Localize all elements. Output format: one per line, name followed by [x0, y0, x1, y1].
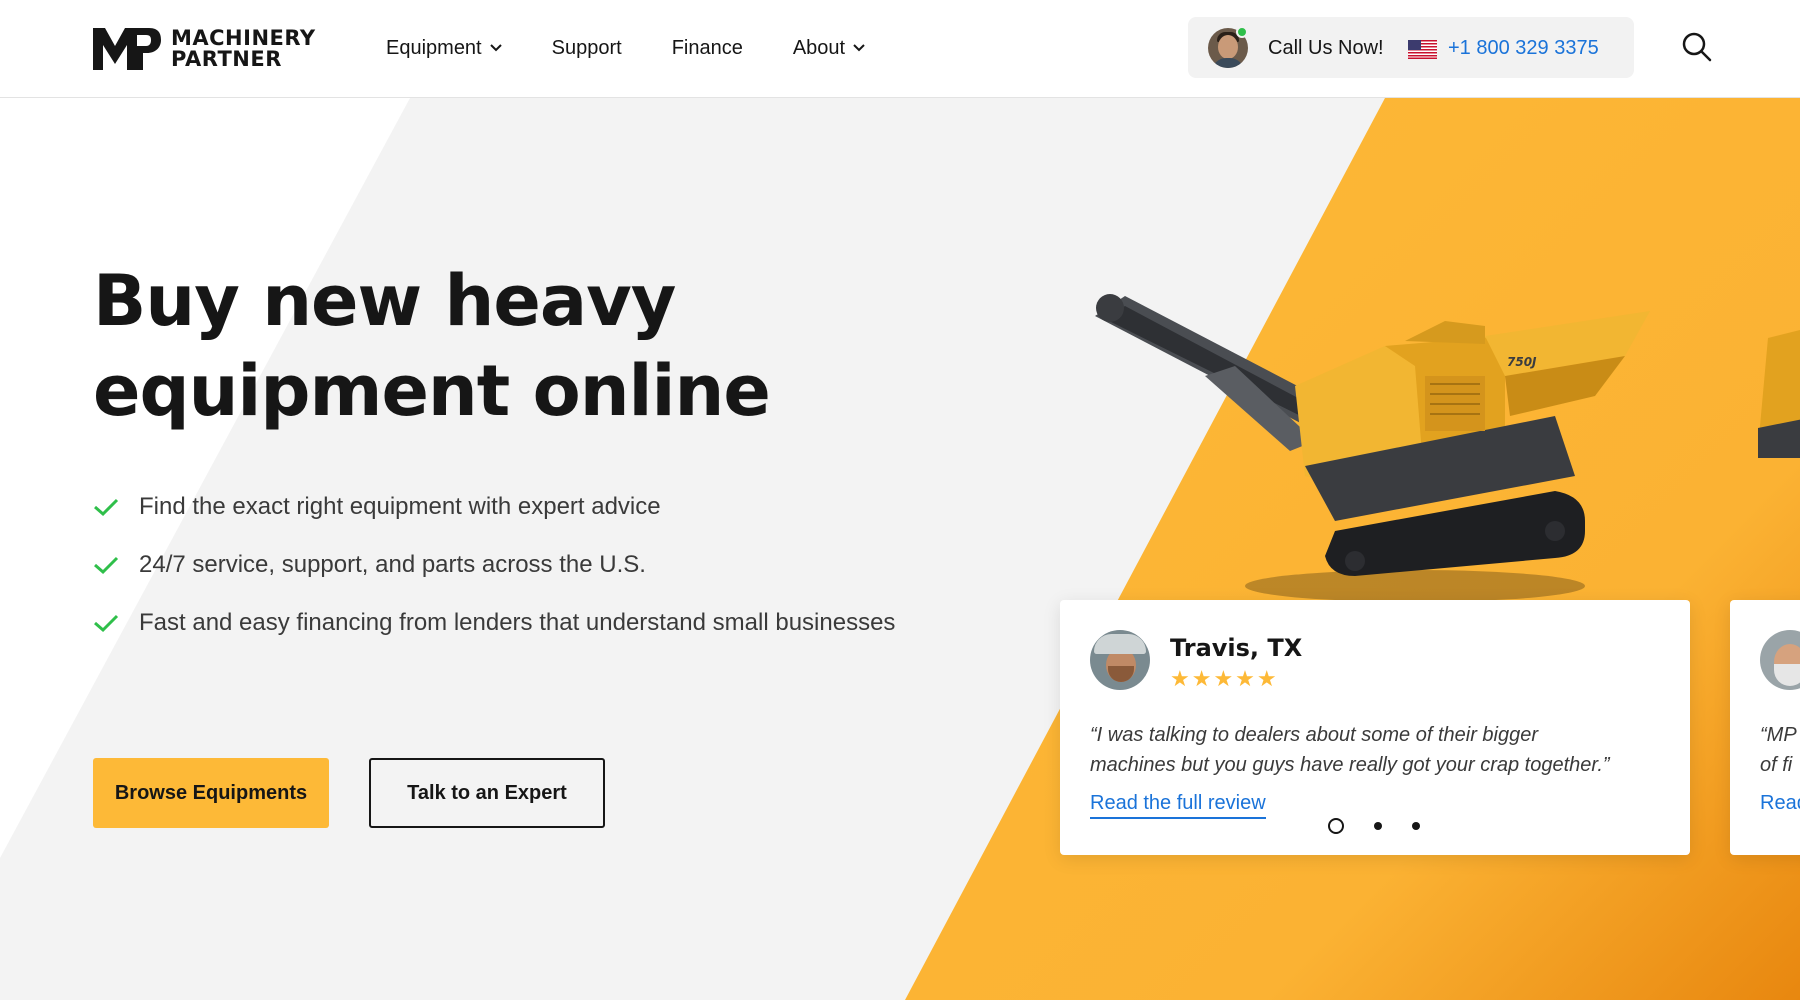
second-machine-image	[1758, 330, 1800, 458]
talk-to-expert-button[interactable]: Talk to an Expert	[369, 758, 605, 828]
benefit-text: Find the exact right equipment with expe…	[139, 493, 661, 520]
call-us-box[interactable]: Call Us Now! +1 800 329 3375	[1188, 17, 1634, 78]
main-nav: Equipment Support Finance About	[386, 0, 915, 96]
review-quote: “I was talking to dealers about some of …	[1090, 720, 1670, 780]
us-flag-icon	[1408, 40, 1437, 59]
benefit-item: Fast and easy financing from lenders tha…	[93, 594, 895, 652]
nav-item-support[interactable]: Support	[552, 37, 622, 60]
logo[interactable]: MACHINERY PARTNER	[93, 25, 316, 73]
nav-item-label: About	[792, 36, 846, 59]
review-card: “MP of fi Read	[1730, 600, 1800, 855]
benefit-item: Find the exact right equipment with expe…	[93, 478, 895, 536]
site-header: MACHINERY PARTNER Equipment Support Fina…	[0, 0, 1800, 98]
nav-item-about[interactable]: About	[793, 37, 865, 60]
hero-title: Buy new heavy equipment online	[93, 256, 893, 436]
review-quote-line1: “MP	[1760, 724, 1797, 746]
hero-title-line1: Buy new heavy	[93, 260, 676, 342]
logo-line2: PARTNER	[171, 47, 282, 71]
review-quote-line1: “I was talking to dealers about some of …	[1090, 724, 1539, 746]
logo-mark-icon	[93, 28, 161, 70]
nav-item-equipment[interactable]: Equipment	[386, 37, 502, 60]
check-icon	[94, 614, 119, 633]
call-us-label: Call Us Now!	[1268, 37, 1384, 59]
logo-line1: MACHINERY	[171, 26, 316, 50]
benefit-item: 24/7 service, support, and parts across …	[93, 536, 895, 594]
check-icon	[94, 556, 119, 575]
review-card: Travis, TX ★★★★★ “I was talking to deale…	[1060, 600, 1690, 855]
read-full-review-link[interactable]: Read	[1760, 792, 1800, 815]
rating-stars-icon: ★★★★★	[1170, 666, 1279, 691]
carousel-dots	[1328, 818, 1450, 834]
benefit-text: 24/7 service, support, and parts across …	[139, 551, 646, 578]
reviewer-name: Travis, TX	[1170, 634, 1303, 662]
hero-section: Buy new heavy equipment online Find the …	[0, 98, 1800, 1000]
read-full-review-link[interactable]: Read the full review	[1090, 792, 1266, 819]
nav-item-label: Finance	[671, 36, 743, 59]
hero-title-line2: equipment online	[93, 350, 771, 432]
reviewer-avatar	[1760, 630, 1800, 690]
logo-text: MACHINERY PARTNER	[171, 28, 316, 70]
reviewer-avatar	[1090, 630, 1150, 690]
carousel-dot-3[interactable]	[1412, 822, 1420, 830]
search-icon[interactable]	[1680, 30, 1714, 64]
crusher-machine-image: 750J	[1095, 294, 1650, 602]
review-quote-line2: machines but you guys have really got yo…	[1090, 754, 1610, 776]
benefits-list: Find the exact right equipment with expe…	[93, 478, 895, 652]
nav-item-finance[interactable]: Finance	[672, 37, 743, 60]
online-status-dot	[1236, 26, 1248, 38]
check-icon	[94, 498, 119, 517]
machine-model-label: 750J	[1507, 355, 1537, 369]
phone-number-link[interactable]: +1 800 329 3375	[1448, 37, 1599, 60]
chevron-down-icon	[853, 44, 865, 52]
nav-item-label: Equipment	[386, 36, 482, 59]
benefit-text: Fast and easy financing from lenders tha…	[139, 609, 896, 636]
nav-item-label: Support	[551, 36, 622, 59]
chevron-down-icon	[489, 44, 502, 52]
review-quote: “MP of fi	[1760, 720, 1800, 780]
review-quote-line2: of fi	[1760, 754, 1793, 776]
carousel-dot-1[interactable]	[1328, 818, 1344, 834]
carousel-dot-2[interactable]	[1374, 822, 1382, 830]
browse-equipments-button[interactable]: Browse Equipments	[93, 758, 329, 828]
